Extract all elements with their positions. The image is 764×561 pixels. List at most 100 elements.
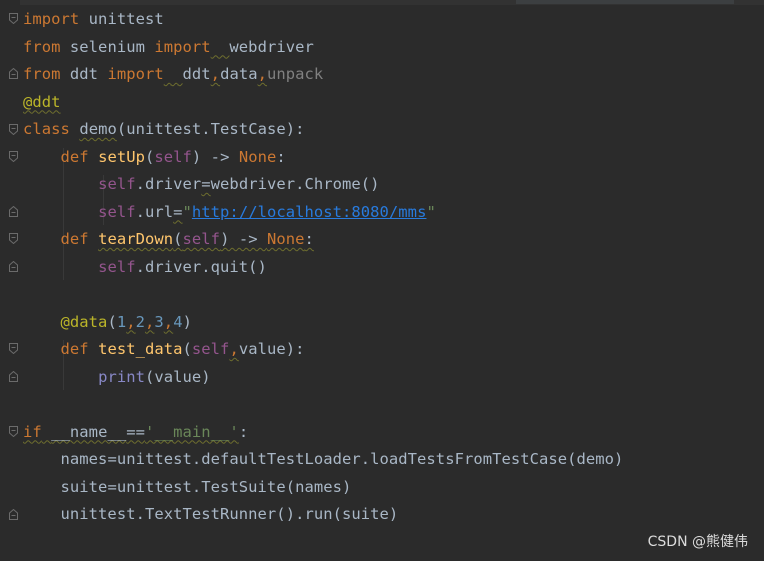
code-line[interactable]: def setUp(self) -> None:	[23, 144, 623, 172]
code-line[interactable]: def test_data(self,value):	[23, 336, 623, 364]
code-line[interactable]: from selenium import webdriver	[23, 34, 623, 62]
code-token: "	[426, 202, 436, 221]
code-token: @data	[60, 312, 108, 331]
code-token: print	[98, 367, 145, 386]
code-line[interactable]: @data(1,2,3,4)	[23, 309, 623, 337]
code-line[interactable]	[23, 281, 623, 309]
code-token: self	[98, 257, 136, 276]
code-line[interactable]: self.driver.quit()	[23, 254, 623, 282]
code-line[interactable]: if __name__=='__main__':	[23, 419, 623, 447]
fold-start-icon[interactable]	[9, 13, 18, 24]
code-line[interactable]: class demo(unittest.TestCase):	[23, 116, 623, 144]
code-token: :	[276, 147, 286, 166]
code-token: (	[173, 230, 183, 248]
code-token: 2	[135, 312, 146, 331]
editor-tab-strip	[0, 0, 764, 5]
code-token: __name__	[51, 422, 127, 441]
code-token: names	[23, 450, 108, 468]
code-token: 1	[116, 312, 127, 331]
fold-end-icon[interactable]	[9, 371, 18, 382]
code-line[interactable]: unittest.TextTestRunner().run(suite)	[23, 501, 623, 529]
fold-start-icon[interactable]	[9, 343, 18, 354]
watermark: CSDN @熊健伟	[647, 534, 748, 550]
code-token: import	[23, 10, 80, 28]
code-line[interactable]: self.driver=webdriver.Chrome()	[23, 171, 623, 199]
fold-end-icon[interactable]	[9, 206, 18, 217]
code-token: ,	[257, 65, 267, 83]
code-line[interactable]: def tearDown(self) -> None:	[23, 226, 623, 254]
code-token: tearDown	[98, 230, 174, 248]
code-token: )	[182, 312, 192, 331]
code-token: self	[154, 147, 192, 166]
code-token: import	[107, 65, 164, 83]
fold-end-icon[interactable]	[9, 509, 18, 520]
fold-start-icon[interactable]	[9, 151, 18, 162]
code-token: self	[98, 202, 136, 221]
code-line[interactable]: import unittest	[23, 6, 623, 34]
code-token: import	[154, 37, 211, 56]
code-token: unpack	[266, 65, 324, 83]
editor-gutter	[0, 0, 20, 561]
code-token: None	[266, 230, 305, 248]
code-token: demo	[79, 120, 117, 138]
code-token: def	[60, 147, 89, 166]
code-token: unittest	[79, 10, 164, 28]
code-token: self	[182, 230, 221, 248]
code-token: def	[60, 340, 89, 358]
horizontal-scrollbar[interactable]	[516, 0, 734, 4]
code-token: =	[107, 477, 117, 496]
code-token: ddt	[182, 65, 211, 83]
code-token: class	[23, 120, 70, 138]
code-token: None	[238, 147, 277, 166]
code-token: suite	[23, 477, 108, 496]
code-token: http://localhost:8080/mms	[191, 202, 427, 221]
code-line[interactable]: @ddt	[23, 89, 623, 117]
code-token: ,	[163, 312, 174, 331]
fold-end-icon[interactable]	[9, 68, 18, 79]
code-token: ,	[126, 312, 136, 331]
fold-start-icon[interactable]	[9, 426, 18, 437]
code-token: from	[23, 65, 61, 83]
code-token: 4	[173, 312, 183, 331]
code-token: 3	[154, 312, 164, 331]
code-token: :	[304, 230, 314, 248]
fold-start-icon[interactable]	[9, 124, 18, 135]
code-token: from	[23, 37, 61, 56]
fold-start-icon[interactable]	[9, 233, 18, 244]
code-token: def	[60, 230, 89, 248]
code-token: .url	[135, 202, 174, 221]
code-line[interactable]	[23, 391, 623, 419]
code-token: ) ->	[220, 230, 267, 248]
code-line[interactable]: self.url="http://localhost:8080/mms"	[23, 199, 623, 227]
code-token: webdriver.Chrome()	[210, 175, 380, 193]
code-token: value):	[238, 340, 305, 358]
code-token: ,	[229, 340, 239, 358]
code-token: test_data	[98, 340, 183, 358]
code-token: self	[98, 175, 136, 193]
code-token: ,	[210, 65, 221, 83]
code-line[interactable]: suite=unittest.TestSuite(names)	[23, 474, 623, 502]
code-token: @ddt	[23, 92, 61, 111]
code-line[interactable]: names=unittest.defaultTestLoader.loadTes…	[23, 446, 624, 474]
code-token: =	[173, 202, 183, 221]
code-line[interactable]: print(value)	[23, 364, 623, 392]
code-line[interactable]: from ddt import ddt,data,unpack	[23, 61, 623, 89]
fold-end-icon[interactable]	[9, 261, 18, 272]
code-token: '__main__'	[144, 422, 239, 441]
code-editor[interactable]: import unittest from selenium import webd…	[23, 6, 623, 529]
code-token: .driver	[135, 175, 202, 193]
